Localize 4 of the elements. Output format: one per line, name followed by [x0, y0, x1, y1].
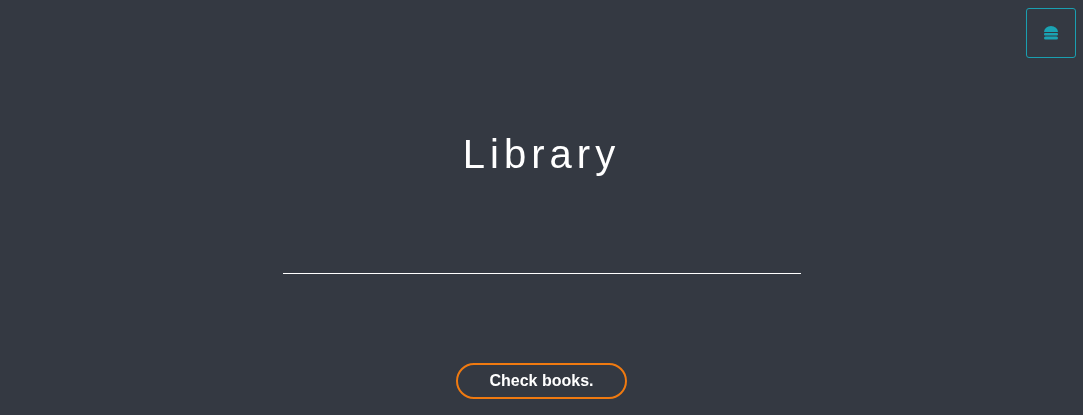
check-books-button[interactable]: Check books. [456, 363, 627, 399]
burger-icon [1043, 26, 1059, 40]
menu-button[interactable] [1026, 8, 1076, 58]
page-title: Library [462, 131, 621, 178]
